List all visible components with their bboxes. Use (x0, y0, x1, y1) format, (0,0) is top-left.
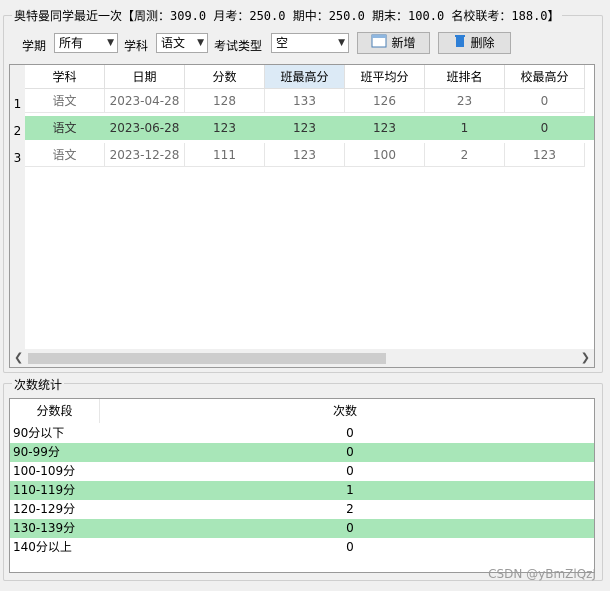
table-row[interactable]: 语文 2023-06-28 123 123 123 1 0 (25, 116, 594, 140)
table-cell[interactable]: 2023-06-28 (105, 116, 185, 140)
count-value: 0 (346, 540, 354, 554)
column-header-date[interactable]: 日期 (105, 65, 185, 89)
table-cell[interactable]: 2 (425, 143, 505, 167)
table-cell[interactable]: 123 (505, 143, 585, 167)
table-cell[interactable]: 1 (425, 116, 505, 140)
chevron-down-icon: ▼ (107, 38, 114, 48)
watermark: CSDN @yBmZlQzJ (488, 567, 596, 581)
delete-button-label: 删除 (470, 36, 495, 50)
table-cell[interactable]: 133 (265, 89, 345, 113)
chevron-down-icon: ▼ (197, 38, 204, 48)
count-value: 1 (346, 483, 354, 497)
scrollbar-thumb[interactable] (28, 353, 386, 364)
term-label: 学期 (22, 39, 47, 53)
exam-type-select[interactable]: 空 ▼ (271, 33, 349, 53)
term-select-value: 所有 (59, 36, 84, 50)
term-select[interactable]: 所有 ▼ (54, 33, 118, 53)
table-cell[interactable]: 126 (345, 89, 425, 113)
table-cell[interactable]: 123 (345, 116, 425, 140)
table-cell[interactable]: 111 (185, 143, 265, 167)
table-cell[interactable]: 语文 (25, 89, 105, 113)
add-record-icon (371, 34, 387, 54)
horizontal-scrollbar[interactable]: ❮ ❯ (10, 349, 594, 367)
range-label: 100-109分 (13, 464, 76, 478)
count-value: 0 (346, 464, 354, 478)
exam-type-select-value: 空 (276, 36, 289, 50)
row-number[interactable]: 1 (10, 97, 25, 111)
count-value: 2 (346, 502, 354, 516)
subject-select-value: 语文 (161, 36, 186, 50)
range-label: 130-139分 (13, 521, 76, 535)
row-number[interactable]: 3 (10, 151, 25, 165)
chevron-right-icon[interactable]: ❯ (581, 351, 590, 364)
table-cell[interactable]: 128 (185, 89, 265, 113)
delete-button[interactable]: 删除 (438, 32, 511, 54)
count-value: 0 (346, 426, 354, 440)
column-header-range[interactable]: 分数段 (10, 399, 100, 423)
stats-title: 次数统计 (12, 376, 65, 393)
list-item[interactable]: 100-109分 0 (10, 462, 594, 481)
column-header-school-max[interactable]: 校最高分 (505, 65, 585, 89)
list-item[interactable]: 110-119分 1 (10, 481, 594, 500)
chevron-left-icon[interactable]: ❮ (14, 351, 23, 364)
range-label: 90-99分 (13, 445, 60, 459)
row-number[interactable]: 2 (10, 124, 25, 138)
list-item[interactable]: 130-139分 0 (10, 519, 594, 538)
stats-grid[interactable]: 分数段 次数 90分以下 0 90-99分 0 100-109分 0 110-1… (9, 398, 595, 573)
column-header-class-rank[interactable]: 班排名 (425, 65, 505, 89)
column-header-subject[interactable]: 学科 (25, 65, 105, 89)
add-button[interactable]: 新增 (357, 32, 430, 54)
page-title: 奥特曼同学最近一次【周测：309.0 月考：250.0 期中：250.0 期末：… (12, 7, 562, 24)
scores-grid[interactable]: 1 2 3 学科 日期 分数 班最高分 班平均分 班排名 校最高分 语文 202… (9, 64, 595, 368)
table-row[interactable]: 语文 2023-12-28 111 123 100 2 123 (25, 143, 594, 167)
subject-label: 学科 (124, 39, 149, 53)
range-label: 140分以上 (13, 540, 72, 554)
table-cell[interactable]: 2023-12-28 (105, 143, 185, 167)
column-header-class-max[interactable]: 班最高分 (265, 65, 345, 89)
column-header-class-avg[interactable]: 班平均分 (345, 65, 425, 89)
list-item[interactable]: 90-99分 0 (10, 443, 594, 462)
table-cell[interactable]: 123 (185, 116, 265, 140)
count-value: 0 (346, 445, 354, 459)
table-cell[interactable]: 23 (425, 89, 505, 113)
list-item[interactable]: 120-129分 2 (10, 500, 594, 519)
table-row[interactable]: 语文 2023-04-28 128 133 126 23 0 (25, 89, 594, 113)
table-cell[interactable]: 语文 (25, 116, 105, 140)
count-value: 0 (346, 521, 354, 535)
exam-type-label: 考试类型 (214, 39, 263, 53)
list-item[interactable]: 140分以上 0 (10, 538, 594, 557)
trash-icon (454, 34, 466, 54)
table-cell[interactable]: 123 (265, 116, 345, 140)
table-cell[interactable]: 语文 (25, 143, 105, 167)
table-cell[interactable]: 123 (265, 143, 345, 167)
table-cell[interactable]: 0 (505, 116, 585, 140)
subject-select[interactable]: 语文 ▼ (156, 33, 208, 53)
range-label: 120-129分 (13, 502, 76, 516)
table-cell[interactable]: 0 (505, 89, 585, 113)
range-label: 90分以下 (13, 426, 65, 440)
table-cell[interactable]: 100 (345, 143, 425, 167)
column-header-count[interactable]: 次数 (310, 399, 380, 423)
range-label: 110-119分 (13, 483, 76, 497)
add-button-label: 新增 (391, 36, 416, 50)
column-header-score[interactable]: 分数 (185, 65, 265, 89)
list-item[interactable]: 90分以下 0 (10, 424, 594, 443)
chevron-down-icon: ▼ (338, 38, 345, 48)
table-cell[interactable]: 2023-04-28 (105, 89, 185, 113)
